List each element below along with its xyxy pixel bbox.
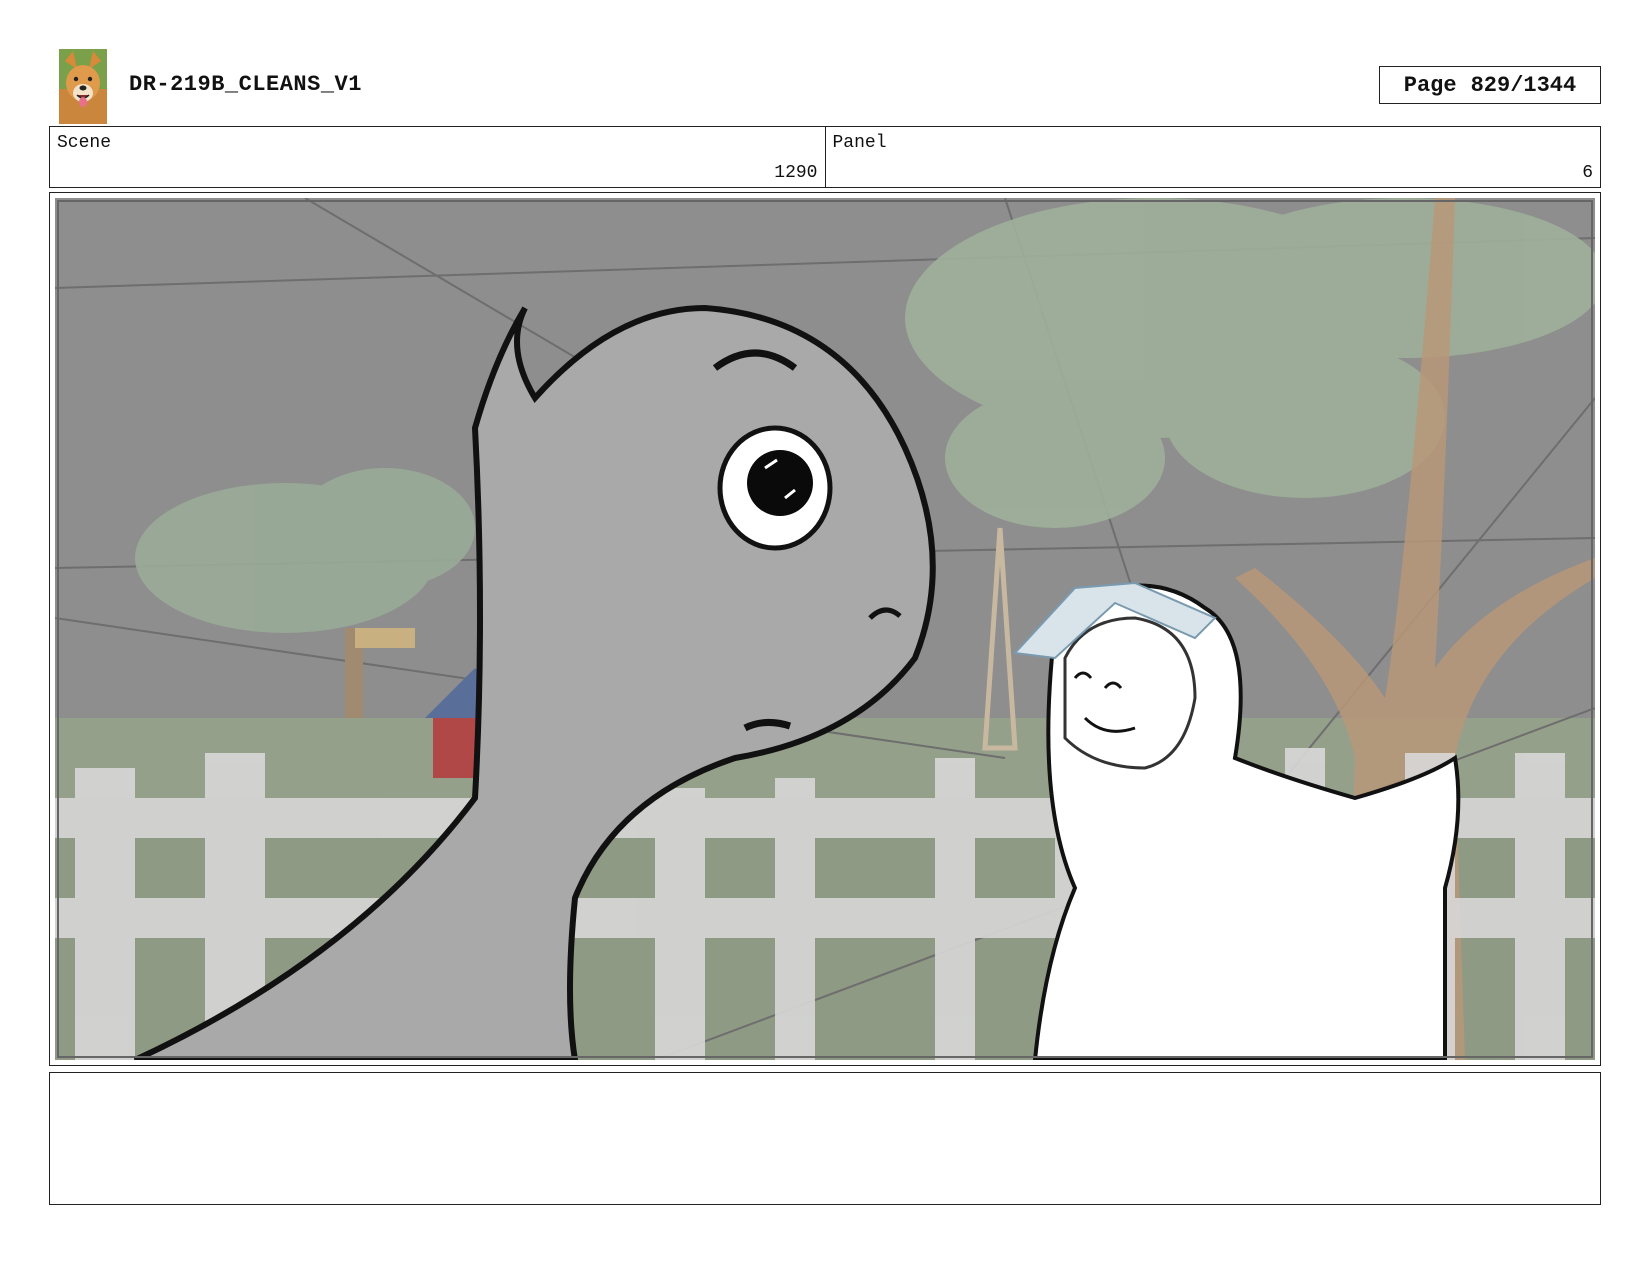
- page-indicator: Page 829/1344: [1379, 66, 1601, 104]
- panel-label: Panel: [832, 133, 887, 153]
- scene-number: 1290: [774, 163, 818, 183]
- page-number: 829/1344: [1470, 72, 1577, 98]
- panel-cell: Panel 6: [824, 127, 1601, 187]
- document-title: DR-219B_CLEANS_V1: [129, 72, 362, 97]
- scene-cell: Scene 1290: [50, 127, 825, 187]
- page-label: Page: [1403, 72, 1457, 98]
- storyboard-panel: [49, 192, 1601, 1066]
- dog-photo-icon: [59, 49, 107, 124]
- storyboard-drawing-icon: [55, 198, 1595, 1060]
- scene-label: Scene: [57, 133, 112, 153]
- notes-box: [49, 1072, 1601, 1205]
- scene-panel-info: Scene 1290 Panel 6: [49, 126, 1601, 188]
- panel-number: 6: [1582, 163, 1593, 183]
